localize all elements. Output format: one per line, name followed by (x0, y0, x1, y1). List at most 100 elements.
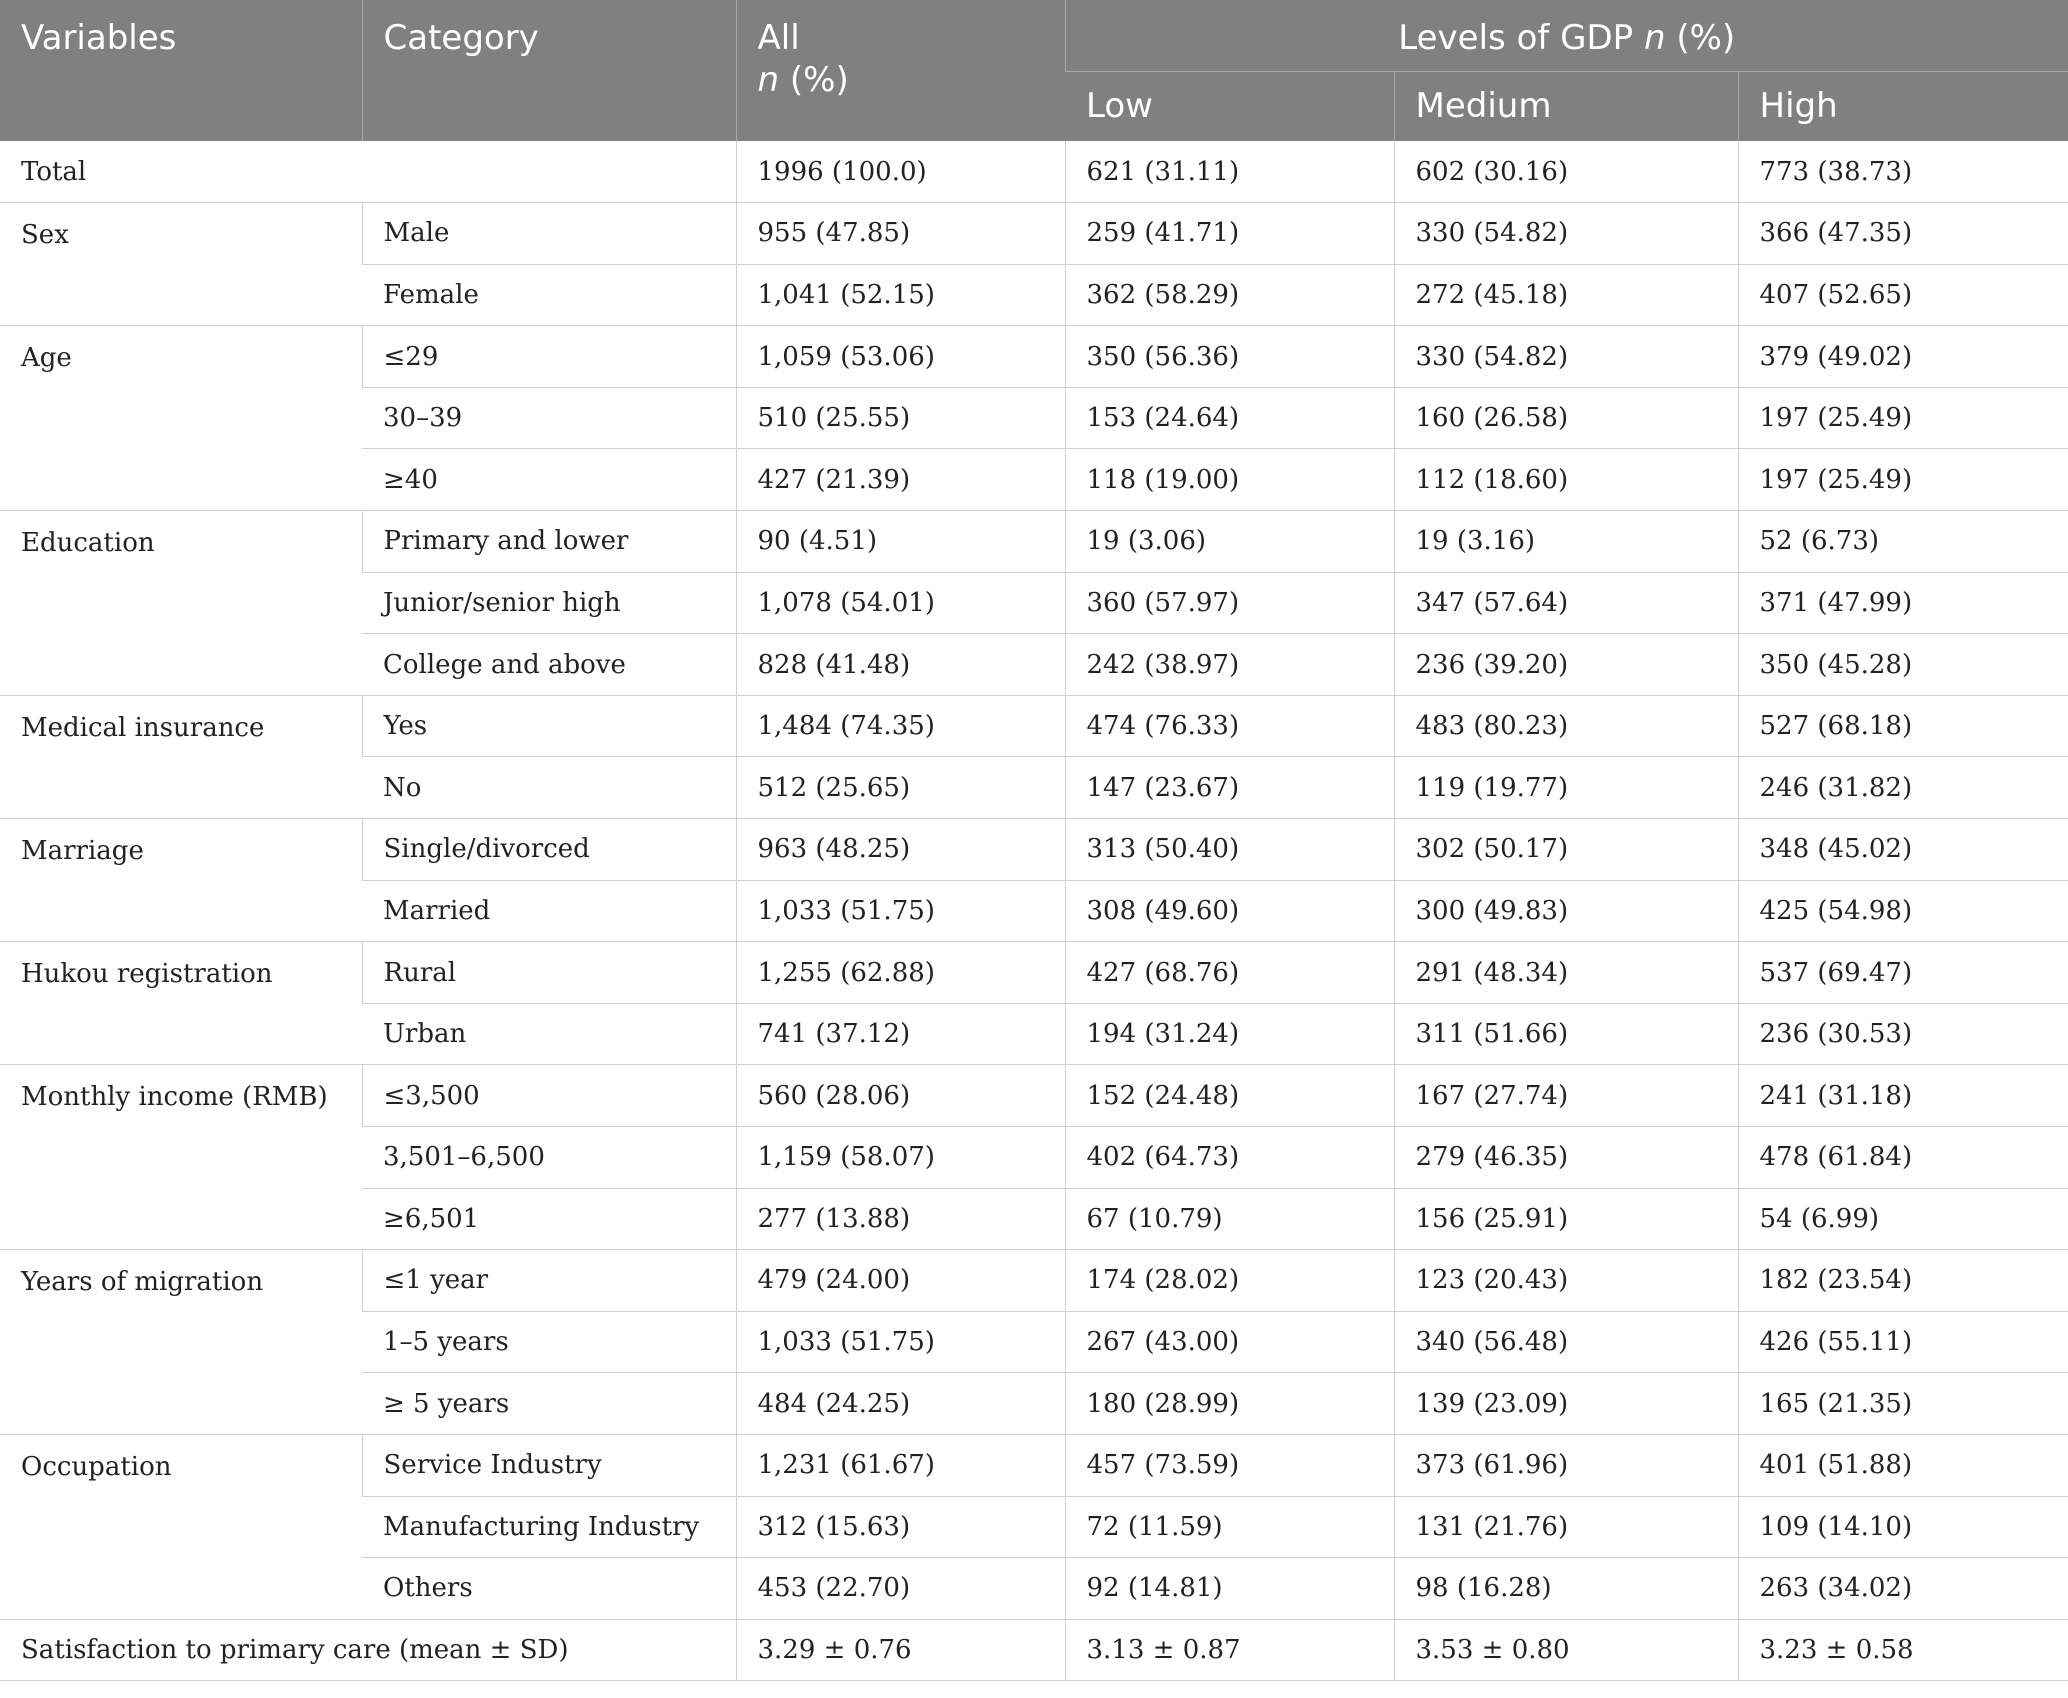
header-high: High (1737, 71, 2068, 141)
medium-cell: 167 (27.74) (1393, 1064, 1738, 1127)
medium-cell: 291 (48.34) (1393, 941, 1738, 1004)
high-cell: 109 (14.10) (1737, 1496, 2068, 1559)
total-all: 1996 (100.0) (735, 141, 1065, 204)
all-cell: 1,484 (74.35) (735, 695, 1065, 758)
header-all-label: All (757, 18, 800, 58)
satisfaction-all: 3.29 ± 0.76 (735, 1619, 1065, 1682)
total-high: 773 (38.73) (1737, 141, 2068, 204)
medium-cell: 119 (19.77) (1393, 756, 1738, 820)
table-row: Years of migration ≤1 year 479 (24.00) 174 … (0, 1249, 2068, 1435)
high-cell: 366 (47.35) (1737, 202, 2068, 265)
category-cell: ≥40 (362, 448, 736, 512)
low-cell: 194 (31.24) (1064, 1003, 1394, 1066)
high-cell: 241 (31.18) (1737, 1064, 2068, 1127)
medium-cell: 131 (21.76) (1393, 1496, 1738, 1559)
variable-cell: Monthly income (RMB) (0, 1064, 362, 1251)
table-row-satisfaction: Satisfaction to primary care (mean ± SD)… (0, 1619, 2068, 1682)
high-cell: 197 (25.49) (1737, 448, 2068, 512)
high-cell: 52 (6.73) (1737, 510, 2068, 573)
variable-cell: Medical insurance (0, 695, 362, 820)
satisfaction-label: Satisfaction to primary care (mean ± SD) (0, 1619, 736, 1682)
low-cell: 174 (28.02) (1064, 1249, 1394, 1312)
category-cell: 30–39 (362, 387, 736, 450)
low-cell: 427 (68.76) (1064, 941, 1394, 1004)
all-cell: 1,041 (52.15) (735, 264, 1065, 327)
category-cell: Male (361, 202, 736, 265)
medium-cell: 373 (61.96) (1393, 1434, 1738, 1497)
low-cell: 118 (19.00) (1064, 448, 1394, 512)
all-cell: 312 (15.63) (735, 1496, 1065, 1559)
low-cell: 267 (43.00) (1064, 1311, 1394, 1374)
low-cell: 153 (24.64) (1064, 387, 1394, 450)
category-cell: Yes (361, 695, 736, 758)
low-cell: 313 (50.40) (1064, 818, 1394, 881)
variable-cell: Education (0, 510, 362, 696)
all-cell: 90 (4.51) (735, 510, 1065, 573)
all-cell: 1,159 (58.07) (735, 1126, 1065, 1189)
medium-cell: 236 (39.20) (1393, 633, 1738, 696)
all-cell: 1,033 (51.75) (735, 880, 1065, 943)
high-cell: 165 (21.35) (1737, 1372, 2068, 1435)
high-cell: 478 (61.84) (1737, 1126, 2068, 1189)
low-cell: 360 (57.97) (1064, 572, 1394, 635)
low-cell: 92 (14.81) (1064, 1557, 1394, 1620)
medium-cell: 19 (3.16) (1393, 510, 1738, 573)
medium-cell: 330 (54.82) (1393, 325, 1738, 388)
high-cell: 246 (31.82) (1737, 756, 2068, 820)
category-cell: Rural (361, 941, 736, 1004)
all-cell: 741 (37.12) (735, 1003, 1065, 1066)
low-cell: 72 (11.59) (1064, 1496, 1394, 1559)
header-variables: Variables (0, 0, 362, 141)
table-row: Education Primary and lower 90 (4.51) 19 (3… (0, 510, 2068, 696)
low-cell: 308 (49.60) (1064, 880, 1394, 943)
all-cell: 1,033 (51.75) (735, 1311, 1065, 1374)
high-cell: 182 (23.54) (1737, 1249, 2068, 1312)
category-cell: Others (362, 1557, 736, 1620)
total-medium: 602 (30.16) (1393, 141, 1738, 204)
high-cell: 348 (45.02) (1737, 818, 2068, 881)
all-cell: 427 (21.39) (735, 448, 1065, 512)
low-cell: 19 (3.06) (1064, 510, 1394, 573)
low-cell: 474 (76.33) (1064, 695, 1394, 758)
high-cell: 197 (25.49) (1737, 387, 2068, 450)
table-row: Marriage Single/divorced 963 (48.25) 313 (5… (0, 818, 2068, 943)
medium-cell: 98 (16.28) (1393, 1557, 1738, 1620)
table-row-total: Total 1996 (100.0) 621 (31.11) 602 (30.1… (0, 141, 2068, 204)
header-medium: Medium (1393, 71, 1738, 141)
high-cell: 54 (6.99) (1737, 1188, 2068, 1251)
low-cell: 350 (56.36) (1064, 325, 1394, 388)
category-cell: Manufacturing Industry (362, 1496, 736, 1559)
high-cell: 407 (52.65) (1737, 264, 2068, 327)
category-cell: Single/divorced (361, 818, 736, 881)
all-cell: 510 (25.55) (735, 387, 1065, 450)
medium-cell: 340 (56.48) (1393, 1311, 1738, 1374)
category-cell: ≥ 5 years (362, 1372, 736, 1435)
medium-cell: 123 (20.43) (1393, 1249, 1738, 1312)
medium-cell: 311 (51.66) (1393, 1003, 1738, 1066)
variable-cell: Occupation (0, 1434, 362, 1620)
medium-cell: 160 (26.58) (1393, 387, 1738, 450)
demographics-table: Variables Category All n (%) Levels of G… (0, 0, 2068, 1682)
high-cell: 379 (49.02) (1737, 325, 2068, 388)
table-row: Age ≤29 1,059 (53.06) 350 (56.36) 330 (54.82… (0, 325, 2068, 512)
medium-cell: 156 (25.91) (1393, 1188, 1738, 1251)
variable-cell: Hukou registration (0, 941, 362, 1066)
all-cell: 484 (24.25) (735, 1372, 1065, 1435)
medium-cell: 483 (80.23) (1393, 695, 1738, 758)
table-row: Sex Male 955 (47.85) 259 (41.71) 330 (54.82)… (0, 202, 2068, 327)
category-cell: ≥6,501 (362, 1188, 736, 1251)
table-row: Hukou registration Rural 1,255 (62.88) 427 … (0, 941, 2068, 1066)
table-row: Medical insurance Yes 1,484 (74.35) 474 (76… (0, 695, 2068, 820)
low-cell: 362 (58.29) (1064, 264, 1394, 327)
high-cell: 527 (68.18) (1737, 695, 2068, 758)
category-cell: ≤1 year (361, 1249, 736, 1312)
category-cell: Married (362, 880, 736, 943)
satisfaction-medium: 3.53 ± 0.80 (1393, 1619, 1738, 1682)
category-cell: Junior/senior high (362, 572, 736, 635)
medium-cell: 347 (57.64) (1393, 572, 1738, 635)
all-cell: 479 (24.00) (735, 1249, 1065, 1312)
table-row: Occupation Service Industry 1,231 (61.67) 4… (0, 1434, 2068, 1620)
medium-cell: 302 (50.17) (1393, 818, 1738, 881)
all-cell: 277 (13.88) (735, 1188, 1065, 1251)
variable-cell: Age (0, 325, 362, 512)
